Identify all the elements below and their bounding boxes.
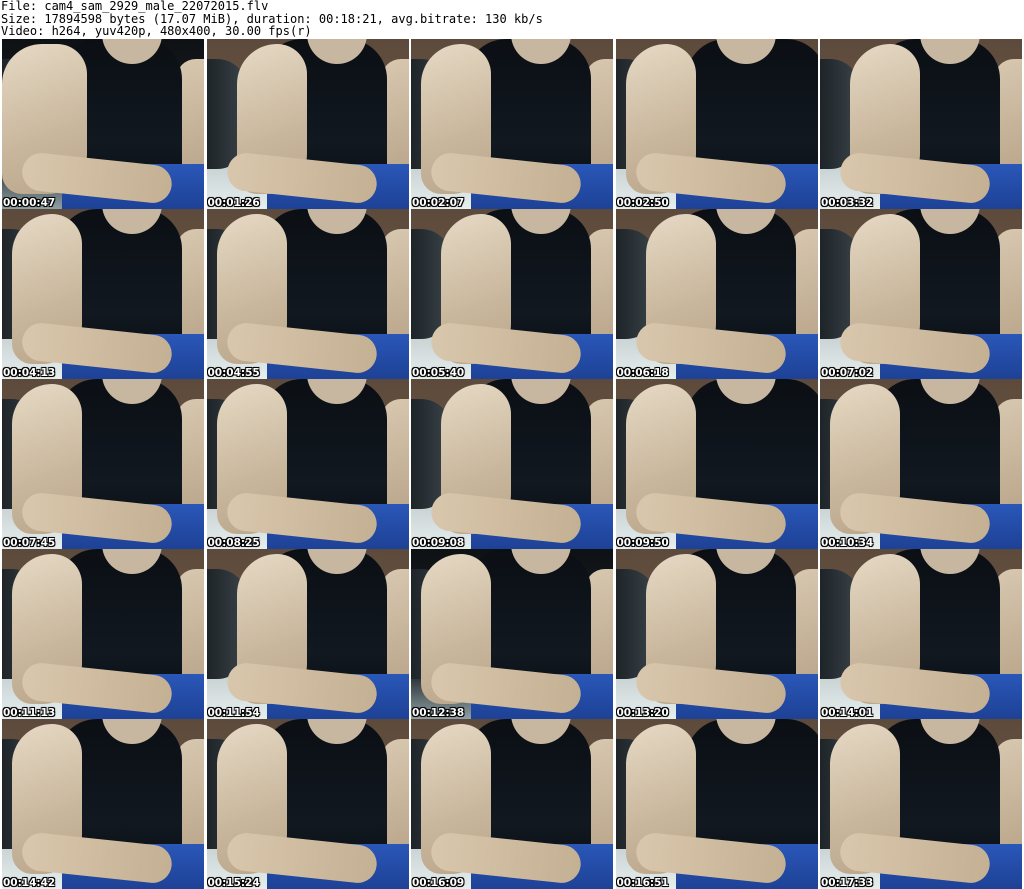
- thumbnail-timestamp: 00:09:08: [412, 537, 465, 549]
- thumbnail-timestamp: 00:03:32: [821, 197, 874, 209]
- thumbnail-timestamp: 00:01:26: [207, 197, 260, 209]
- thumbnail-timestamp: 00:16:09: [412, 877, 465, 889]
- video-thumbnail[interactable]: 00:09:50: [615, 379, 818, 549]
- video-thumbnail[interactable]: 00:11:54: [206, 549, 409, 719]
- video-thumbnail[interactable]: 00:07:02: [820, 209, 1022, 379]
- video-thumbnail[interactable]: 00:16:51: [615, 719, 818, 889]
- video-thumbnail[interactable]: 00:14:42: [2, 719, 204, 889]
- thumbnail-timestamp: 00:12:38: [412, 707, 465, 719]
- thumbnail-timestamp: 00:14:01: [821, 707, 874, 719]
- thumbnail-timestamp: 00:04:13: [3, 367, 56, 379]
- video-thumbnail[interactable]: 00:06:18: [615, 209, 818, 379]
- video-thumbnail[interactable]: 00:08:25: [206, 379, 409, 549]
- file-name-line: File: cam4_sam_2929_male_22072015.flv: [1, 0, 269, 13]
- thumbnail-timestamp: 00:02:07: [412, 197, 465, 209]
- thumbnail-timestamp: 00:17:33: [821, 877, 874, 889]
- thumbnail-timestamp: 00:07:02: [821, 367, 874, 379]
- video-thumbnail[interactable]: 00:12:38: [411, 549, 613, 719]
- video-thumbnail[interactable]: 00:14:01: [820, 549, 1022, 719]
- thumbnail-timestamp: 00:11:54: [207, 707, 260, 719]
- video-thumbnail[interactable]: 00:09:08: [411, 379, 613, 549]
- thumbnail-timestamp: 00:14:42: [3, 877, 56, 889]
- thumbnail-timestamp: 00:08:25: [207, 537, 260, 549]
- video-thumbnail[interactable]: 00:04:13: [2, 209, 204, 379]
- thumbnail-timestamp: 00:11:13: [3, 707, 56, 719]
- video-thumbnail[interactable]: 00:15:24: [206, 719, 409, 889]
- video-thumbnail[interactable]: 00:17:33: [820, 719, 1022, 889]
- video-thumbnail[interactable]: 00:03:32: [820, 39, 1022, 209]
- video-thumbnail[interactable]: 00:05:40: [411, 209, 613, 379]
- thumbnail-timestamp: 00:04:55: [207, 367, 260, 379]
- thumbnail-timestamp: 00:15:24: [207, 877, 260, 889]
- thumbnail-timestamp: 00:10:34: [821, 537, 874, 549]
- video-thumbnail[interactable]: 00:00:47: [2, 39, 204, 209]
- video-thumbnail[interactable]: 00:07:45: [2, 379, 204, 549]
- thumbnail-timestamp: 00:06:18: [616, 367, 669, 379]
- video-thumbnail[interactable]: 00:04:55: [206, 209, 409, 379]
- video-thumbnail[interactable]: 00:01:26: [206, 39, 409, 209]
- video-thumbnail[interactable]: 00:02:07: [411, 39, 613, 209]
- thumbnail-timestamp: 00:09:50: [616, 537, 669, 549]
- video-thumbnail[interactable]: 00:11:13: [2, 549, 204, 719]
- thumbnail-timestamp: 00:07:45: [3, 537, 56, 549]
- thumbnail-timestamp: 00:16:51: [616, 877, 669, 889]
- video-thumbnail[interactable]: 00:13:20: [615, 549, 818, 719]
- thumbnail-timestamp: 00:02:50: [616, 197, 669, 209]
- file-info-header: File: cam4_sam_2929_male_22072015.flv Si…: [1, 0, 1021, 38]
- video-thumbnail[interactable]: 00:02:50: [615, 39, 818, 209]
- video-thumbnail[interactable]: 00:10:34: [820, 379, 1022, 549]
- thumbnail-grid: 00:00:47 00:01:26 00:02:07 00:02:50 00:03:32…: [2, 39, 1022, 889]
- video-info-line: Video: h264, yuv420p, 480x400, 30.00 fps…: [1, 24, 312, 38]
- video-thumbnail[interactable]: 00:16:09: [411, 719, 613, 889]
- thumbnail-timestamp: 00:05:40: [412, 367, 465, 379]
- thumbnail-timestamp: 00:00:47: [3, 197, 56, 209]
- thumbnail-timestamp: 00:13:20: [616, 707, 669, 719]
